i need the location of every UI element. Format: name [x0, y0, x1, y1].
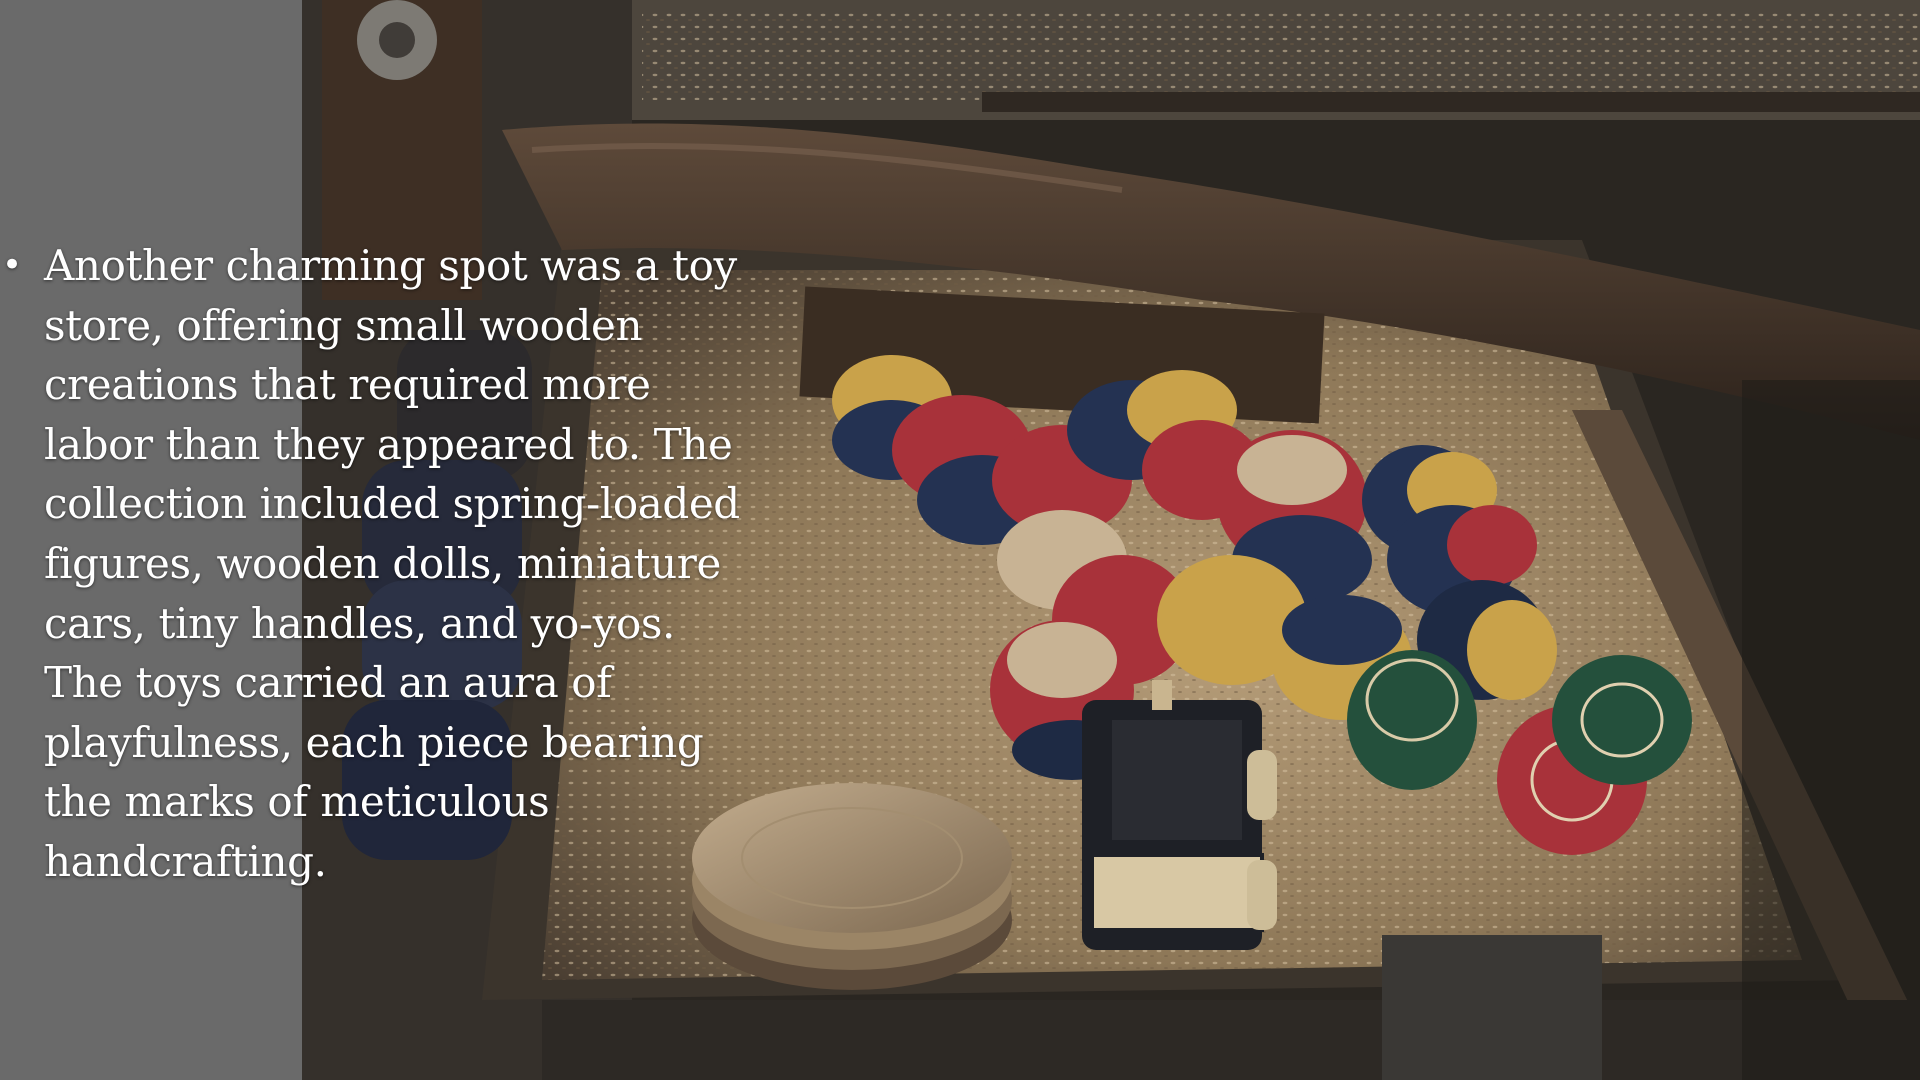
slide: Another charming spot was a toy store, o… [0, 0, 1920, 1080]
bullet-text-block: Another charming spot was a toy store, o… [0, 236, 760, 892]
bullet-item: Another charming spot was a toy store, o… [0, 236, 744, 892]
bullet-list: Another charming spot was a toy store, o… [0, 236, 760, 892]
